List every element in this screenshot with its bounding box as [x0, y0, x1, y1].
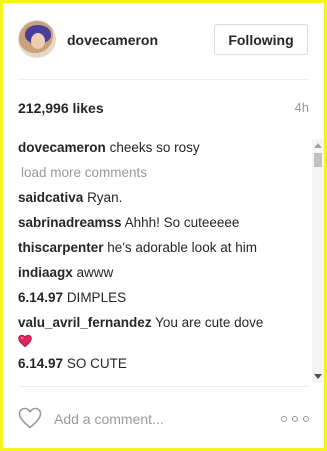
- caption-text: cheeks so rosy: [109, 140, 200, 155]
- post-panel: dovecameron Following 212,996 likes 4h d…: [3, 3, 324, 448]
- avatar[interactable]: [18, 20, 56, 58]
- comment-text: Ryan.: [87, 190, 123, 205]
- dot-icon: [281, 416, 287, 422]
- comment-text: Ahhh! So cuteeeee: [124, 215, 240, 230]
- caption-user[interactable]: dovecameron: [18, 140, 106, 155]
- likes-count[interactable]: 212,996 likes: [18, 100, 104, 116]
- list-item: 6.14.97 SO CUTE: [18, 355, 303, 373]
- scroll-thumb[interactable]: [314, 153, 322, 167]
- comment-user[interactable]: indiaagx: [18, 265, 73, 280]
- comment-text: SO CUTE: [66, 356, 127, 371]
- dot-icon: [292, 416, 298, 422]
- list-item: saidcativa Ryan.: [18, 189, 303, 207]
- list-item: 6.14.97 DIMPLES: [18, 289, 303, 307]
- heart-outline-icon[interactable]: [18, 407, 42, 429]
- comment-user[interactable]: sabrinadreamss: [18, 215, 122, 230]
- comment-text: You are cute dove: [155, 315, 264, 330]
- comment-user[interactable]: thiscarpenter: [18, 240, 104, 255]
- avatar-face: [31, 33, 45, 49]
- following-button[interactable]: Following: [214, 24, 308, 55]
- post-username[interactable]: dovecameron: [67, 32, 158, 48]
- header-divider: [18, 79, 309, 80]
- caption: dovecameron cheeks so rosy: [18, 139, 303, 157]
- comment-user[interactable]: valu_avril_fernandez: [18, 315, 152, 330]
- list-item: sabrinadreamss Ahhh! So cuteeeee: [18, 214, 303, 232]
- footer-divider: [18, 386, 309, 387]
- comments-scrollbar[interactable]: [312, 139, 324, 383]
- red-heart-emoji-icon: [18, 334, 32, 348]
- comment-user[interactable]: 6.14.97: [18, 356, 63, 371]
- list-item: valu_avril_fernandez You are cute dove: [18, 314, 303, 348]
- scroll-down-arrow-icon[interactable]: [314, 374, 322, 379]
- comments-list: dovecameron cheeks so rosy load more com…: [18, 139, 303, 383]
- comment-user[interactable]: 6.14.97: [18, 290, 63, 305]
- list-item: thiscarpenter he's adorable look at him: [18, 239, 303, 257]
- comment-text: awww: [76, 265, 114, 280]
- comment-text: DIMPLES: [66, 290, 127, 305]
- post-time[interactable]: 4h: [295, 100, 309, 115]
- comment-text: he's adorable look at him: [107, 240, 257, 255]
- list-item: indiaagx awww: [18, 264, 303, 282]
- dot-icon: [303, 416, 309, 422]
- post-header: dovecameron Following: [3, 3, 324, 79]
- load-more-comments-link[interactable]: load more comments: [21, 164, 303, 182]
- comment-input[interactable]: [54, 407, 254, 431]
- scroll-up-arrow-icon[interactable]: [314, 143, 322, 148]
- more-options-button[interactable]: [281, 410, 309, 428]
- comment-user[interactable]: saidcativa: [18, 190, 83, 205]
